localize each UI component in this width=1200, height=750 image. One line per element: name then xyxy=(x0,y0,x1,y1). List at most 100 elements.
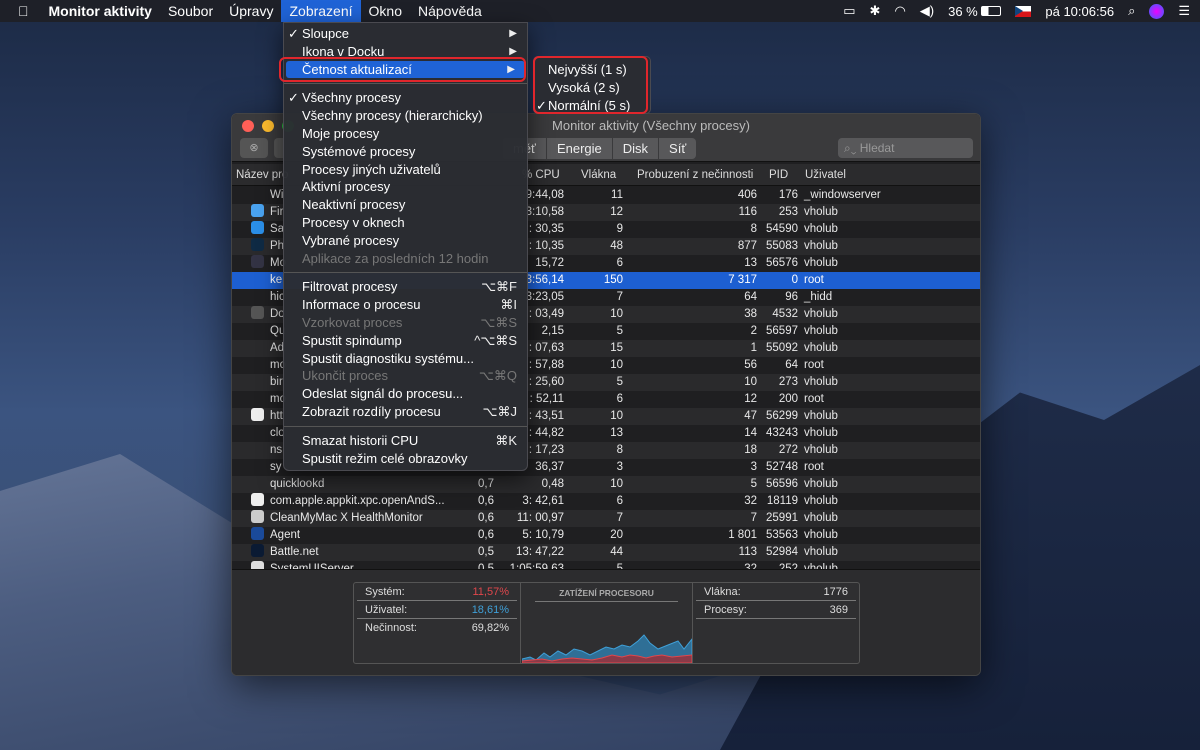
menu-item[interactable]: Aktivní procesy xyxy=(284,178,527,196)
bluetooth-icon[interactable]: ✱ xyxy=(870,3,881,19)
idle-wakeups: 8 xyxy=(750,223,757,235)
checkmark-icon: ✓ xyxy=(288,26,299,41)
col-wakeups[interactable]: Probuzení z nečinnosti xyxy=(637,164,753,186)
process-name: ns xyxy=(270,444,283,456)
app-icon xyxy=(251,221,264,234)
menu-item[interactable]: Smazat historii CPU ⌘K xyxy=(284,432,527,450)
display-icon[interactable]: ▭ xyxy=(843,3,855,19)
user: vholub xyxy=(804,563,838,569)
threads: 150 xyxy=(603,274,623,286)
battery-status[interactable]: 36 % xyxy=(948,4,1002,19)
menu-zobrazeni[interactable]: Zobrazení xyxy=(281,0,361,22)
user: vholub xyxy=(804,529,838,541)
app-icon xyxy=(251,255,264,268)
menu-item[interactable]: Procesy v oknech xyxy=(284,214,527,232)
user-label: Uživatel: xyxy=(365,604,408,616)
idle-wakeups: 406 xyxy=(737,189,757,201)
menu-app[interactable]: Monitor aktivity xyxy=(41,0,160,22)
process-name: ke xyxy=(270,274,283,286)
tab-energie[interactable]: Energie xyxy=(545,138,612,159)
col-threads[interactable]: Vlákna xyxy=(581,164,616,186)
clock[interactable]: pá 10:06:56 xyxy=(1045,4,1114,19)
pid: 56596 xyxy=(766,478,798,490)
menu-upravy[interactable]: Úpravy xyxy=(221,0,281,22)
notification-center-icon[interactable]: ☰ xyxy=(1178,3,1190,19)
menu-item[interactable]: Spustit diagnostiku systému... xyxy=(284,350,527,368)
process-name: Agent xyxy=(270,529,301,541)
user: vholub xyxy=(804,478,838,490)
submenu-arrow-icon: ▶ xyxy=(509,28,517,39)
shortcut: ⌥⌘Q xyxy=(478,368,517,384)
menu-item[interactable]: Procesy jiných uživatelů xyxy=(284,161,527,179)
col-pid[interactable]: PID xyxy=(769,164,788,186)
user: _windowserver xyxy=(804,189,881,201)
menu-soubor[interactable]: Soubor xyxy=(160,0,221,22)
idle-wakeups: 7 xyxy=(750,512,757,524)
czech-flag-icon[interactable] xyxy=(1015,5,1032,17)
cpu-percent: 0,6 xyxy=(478,495,494,507)
pid: 56576 xyxy=(766,257,798,269)
threads: 44 xyxy=(610,546,623,558)
volume-icon[interactable]: ◀) xyxy=(920,3,934,19)
menu-okno[interactable]: Okno xyxy=(361,0,410,22)
table-row[interactable]: com.apple.appkit.xpc.openAndS... 0,6 3: 42… xyxy=(232,493,980,510)
stop-process-button[interactable]: ⊗ xyxy=(240,138,268,158)
table-row[interactable]: quicklookd 0,7 0,48 10 5 56596 vholub xyxy=(232,476,980,493)
menu-item[interactable]: Informace o procesu ⌘I xyxy=(284,296,527,314)
threads: 10 xyxy=(610,478,623,490)
tab-sit[interactable]: Síť xyxy=(658,138,696,159)
wifi-icon[interactable]: ◠ xyxy=(894,3,905,19)
menu-item[interactable]: ✓ Sloupce ▶ xyxy=(284,25,527,43)
menu-item[interactable]: Aplikace za posledních 12 hodin xyxy=(284,250,527,268)
search-input[interactable]: ⌕⌄ Hledat xyxy=(838,138,973,158)
table-row[interactable]: CleanMyMac X HealthMonitor 0,6 11: 00,97 7 7… xyxy=(232,510,980,527)
pid: 55092 xyxy=(766,342,798,354)
user: vholub xyxy=(804,223,838,235)
menu-item[interactable]: ✓ Všechny procesy xyxy=(284,89,527,107)
menu-napoveda[interactable]: Nápověda xyxy=(410,0,490,22)
idle-wakeups: 7 317 xyxy=(728,274,757,286)
spotlight-icon[interactable]: ⌕ xyxy=(1128,3,1135,19)
menu-item[interactable]: Systémové procesy xyxy=(284,143,527,161)
col-user[interactable]: Uživatel xyxy=(805,164,846,186)
threads-value: 1776 xyxy=(823,586,848,598)
idle-label: Nečinnost: xyxy=(365,622,417,634)
menu-item[interactable]: Spustit režim celé obrazovky xyxy=(284,450,527,468)
menu-item[interactable]: Filtrovat procesy ⌥⌘F xyxy=(284,278,527,296)
menu-item-label: Ukončit proces xyxy=(302,368,388,384)
threads: 48 xyxy=(610,240,623,252)
threads: 6 xyxy=(616,393,623,405)
table-row[interactable]: Battle.net 0,5 13: 47,22 44 113 52984 vholub xyxy=(232,544,980,561)
cpu-time: 5: 10,79 xyxy=(522,529,564,541)
menu-item[interactable]: Moje procesy xyxy=(284,125,527,143)
app-icon xyxy=(251,238,264,251)
menu-separator xyxy=(284,272,527,274)
siri-icon[interactable] xyxy=(1149,3,1165,19)
user-stat: Uživatel: 18,61% xyxy=(357,601,517,619)
menu-item[interactable]: Spustit spindump ^⌥⌘S xyxy=(284,332,527,350)
graph-title: ZATÍŽENÍ PROCESORU xyxy=(535,583,678,602)
idle-wakeups: 32 xyxy=(744,563,757,569)
battery-icon xyxy=(981,5,1002,16)
menu-item[interactable]: Odeslat signál do procesu... xyxy=(284,385,527,403)
menu-item[interactable]: Všechny procesy (hierarchicky) xyxy=(284,107,527,125)
menu-item[interactable]: Vzorkovat proces ⌥⌘S xyxy=(284,314,527,332)
app-icon xyxy=(251,408,264,421)
cpu-time: 13: 47,22 xyxy=(516,546,564,558)
idle-wakeups: 113 xyxy=(738,546,757,558)
menu-item[interactable]: Ukončit proces ⌥⌘Q xyxy=(284,367,527,385)
idle-wakeups: 10 xyxy=(744,376,757,388)
process-name: quicklookd xyxy=(270,478,325,490)
tab-disk[interactable]: Disk xyxy=(611,138,658,159)
process-name: Ph xyxy=(270,240,285,252)
apple-menu-icon[interactable]:  xyxy=(0,0,41,22)
table-row[interactable]: Agent 0,6 5: 10,79 20 1 801 53563 vholub xyxy=(232,527,980,544)
menu-item[interactable]: Zobrazit rozdíly procesu ⌥⌘J xyxy=(284,403,527,421)
user: vholub xyxy=(804,342,838,354)
menu-item[interactable]: Vybrané procesy xyxy=(284,232,527,250)
col-name[interactable]: Název pro xyxy=(236,164,288,186)
pid: 56299 xyxy=(766,410,798,422)
user: root xyxy=(804,461,824,473)
menu-item[interactable]: Neaktivní procesy xyxy=(284,196,527,214)
table-row[interactable]: SystemUIServer 0,5 1:05:59,63 5 32 252 vholub xyxy=(232,561,980,569)
